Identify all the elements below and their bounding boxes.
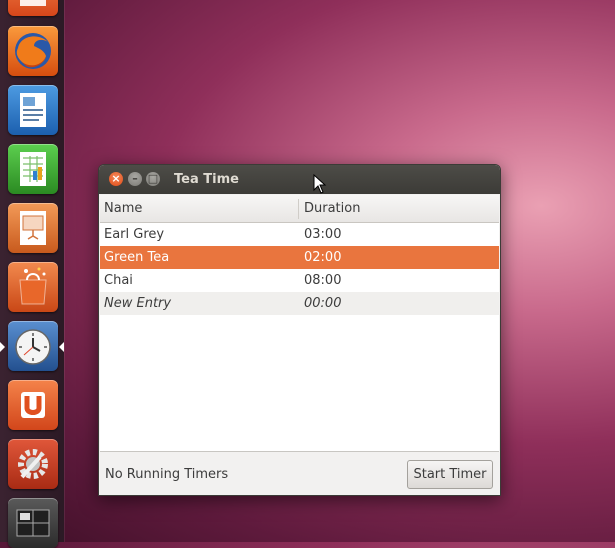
- column-header-name[interactable]: Name: [104, 201, 142, 216]
- title-bar[interactable]: × – □ Tea Time: [99, 165, 500, 194]
- launcher-item-writer[interactable]: [8, 85, 58, 135]
- launcher-item-workspace-switcher[interactable]: [8, 498, 58, 548]
- tea-duration: 00:00: [304, 296, 342, 311]
- status-text: No Running Timers: [105, 467, 229, 482]
- tea-duration: 02:00: [304, 250, 342, 265]
- window-title: Tea Time: [174, 172, 239, 187]
- launcher: [0, 0, 64, 548]
- column-header-duration[interactable]: Duration: [304, 201, 360, 216]
- tea-duration: 03:00: [304, 227, 342, 242]
- launcher-item-software-center[interactable]: [8, 262, 58, 312]
- document-icon: [20, 93, 46, 127]
- mouse-cursor-icon: [313, 174, 327, 194]
- tea-list[interactable]: Name Duration Earl Grey 03:00 Green Tea …: [100, 195, 499, 452]
- list-header: Name Duration: [100, 195, 499, 223]
- minimize-button[interactable]: –: [128, 172, 142, 186]
- presentation-icon: [20, 211, 46, 245]
- firefox-icon: [15, 33, 51, 69]
- spreadsheet-icon: [20, 152, 46, 186]
- table-row-selected[interactable]: Green Tea 02:00: [100, 246, 499, 269]
- table-row[interactable]: Earl Grey 03:00: [100, 223, 499, 246]
- table-row[interactable]: Chai 08:00: [100, 269, 499, 292]
- launcher-item-system-settings[interactable]: [8, 439, 58, 489]
- tea-time-window: × – □ Tea Time Name Duration Earl Grey 0…: [98, 164, 501, 496]
- tea-name: Chai: [104, 273, 133, 288]
- clock-icon: [15, 329, 51, 365]
- launcher-item-firefox[interactable]: [8, 26, 58, 76]
- column-separator[interactable]: [298, 199, 299, 219]
- maximize-button[interactable]: □: [146, 172, 160, 186]
- tea-duration: 08:00: [304, 273, 342, 288]
- focused-indicator: [59, 342, 64, 352]
- launcher-item-partial[interactable]: [8, 0, 58, 16]
- launcher-item-ubuntu-one[interactable]: [8, 380, 58, 430]
- new-entry-row[interactable]: New Entry 00:00: [100, 292, 499, 315]
- ubuntu-one-icon: [21, 392, 45, 418]
- active-indicator: [0, 342, 5, 352]
- gear-icon: [18, 449, 48, 479]
- workspace-icon: [16, 509, 50, 537]
- start-timer-button[interactable]: Start Timer: [407, 460, 493, 489]
- shopping-bag-icon: [19, 267, 47, 305]
- close-button[interactable]: ×: [109, 172, 123, 186]
- launcher-item-tea-time[interactable]: [8, 321, 58, 371]
- launcher-item-impress[interactable]: [8, 203, 58, 253]
- app-icon: [20, 0, 46, 6]
- launcher-item-calc[interactable]: [8, 144, 58, 194]
- tea-name: Earl Grey: [104, 227, 165, 242]
- tea-name: New Entry: [104, 296, 172, 311]
- tea-name: Green Tea: [104, 250, 170, 265]
